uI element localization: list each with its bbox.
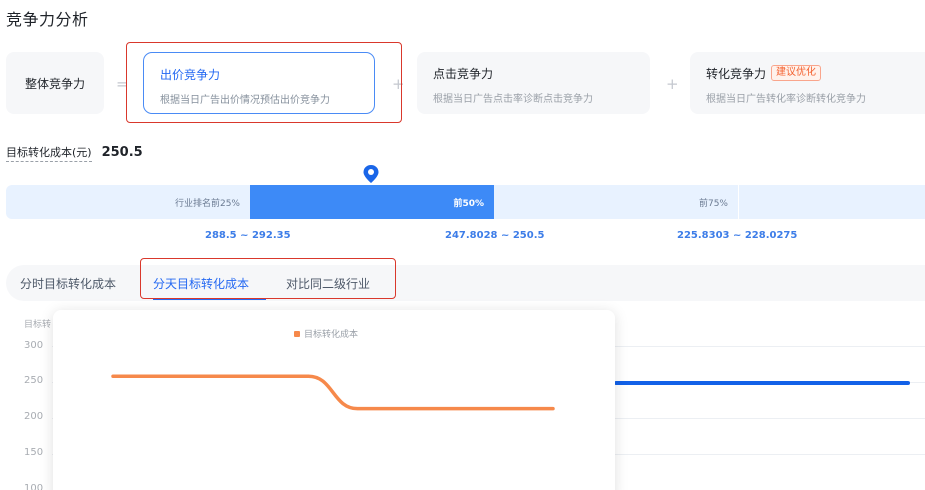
- suggest-badge: 建议优化: [771, 65, 822, 81]
- target-cost-row: 目标转化成本(元) 250.5: [6, 144, 143, 162]
- card-title: 出价竞争力: [160, 67, 221, 82]
- y-tick: 150: [24, 447, 44, 458]
- target-cost-value: 250.5: [101, 145, 143, 160]
- rank-range-top50: 247.8028 ~ 250.5: [445, 230, 545, 241]
- rank-range-top25: 288.5 ~ 292.35: [205, 230, 291, 241]
- rank-segment-label: 行业排名前25%: [174, 198, 240, 209]
- competitiveness-cards: 整体竞争力 = 出价竞争力 根据当日广告出价情况预估出价竞争力 + 点击竞争力 …: [0, 48, 925, 116]
- industry-ranking-bar: 行业排名前25% 前50% 前75%: [6, 185, 925, 219]
- card-bid-competitiveness[interactable]: 出价竞争力 根据当日广告出价情况预估出价竞争力: [143, 52, 375, 114]
- target-cost-label: 目标转化成本(元): [6, 144, 92, 162]
- y-tick: 100: [24, 483, 44, 490]
- plus-icon: +: [666, 75, 679, 93]
- chart-tabs: 分时目标转化成本 分天目标转化成本 对比同二级行业: [6, 265, 925, 301]
- y-tick: 200: [24, 411, 44, 422]
- card-title: 点击竞争力: [433, 66, 494, 81]
- rank-segment-label: 前50%: [453, 198, 484, 209]
- rank-segment-top50: 前50%: [250, 185, 494, 219]
- card-conversion-competitiveness[interactable]: 转化竞争力 建议优化 根据当日广告转化率诊断转化竞争力: [690, 52, 925, 114]
- target-cost-series-line: [111, 374, 555, 411]
- tab-selected-underline: [153, 298, 266, 300]
- card-title: 转化竞争力: [706, 66, 767, 81]
- rank-segment-top25: 行业排名前25%: [6, 185, 250, 219]
- page-title: 竞争力分析: [6, 10, 89, 29]
- background-series-line: [614, 381, 910, 385]
- tab-daily-target-cost[interactable]: 分天目标转化成本: [153, 275, 249, 292]
- tab-compare-industry[interactable]: 对比同二级行业: [286, 275, 370, 292]
- rank-segment-top75: 前75%: [494, 185, 738, 219]
- location-pin-icon: [363, 165, 379, 183]
- equals-icon: =: [116, 75, 129, 93]
- rank-divider: [738, 185, 739, 219]
- chart-y-label: 目标转: [24, 320, 52, 330]
- rank-segment-label: 前75%: [698, 198, 728, 209]
- target-cost-line-chart: [111, 374, 555, 411]
- card-click-competitiveness[interactable]: 点击竞争力 根据当日广告点击率诊断点击竞争力: [417, 52, 650, 114]
- y-tick: 300: [24, 340, 44, 351]
- y-tick: 250: [24, 375, 44, 386]
- tab-hourly-target-cost[interactable]: 分时目标转化成本: [20, 275, 116, 292]
- plus-icon: +: [392, 75, 405, 93]
- overall-competitiveness: 整体竞争力: [6, 52, 104, 114]
- chart-tooltip-popup: 目标转化成本: [53, 310, 615, 490]
- card-desc: 根据当日广告出价情况预估出价竞争力: [160, 95, 330, 106]
- rank-range-top75: 225.8303 ~ 228.0275: [677, 230, 798, 241]
- overall-label: 整体竞争力: [24, 76, 85, 91]
- card-desc: 根据当日广告转化率诊断转化竞争力: [706, 94, 866, 105]
- card-desc: 根据当日广告点击率诊断点击竞争力: [433, 94, 593, 105]
